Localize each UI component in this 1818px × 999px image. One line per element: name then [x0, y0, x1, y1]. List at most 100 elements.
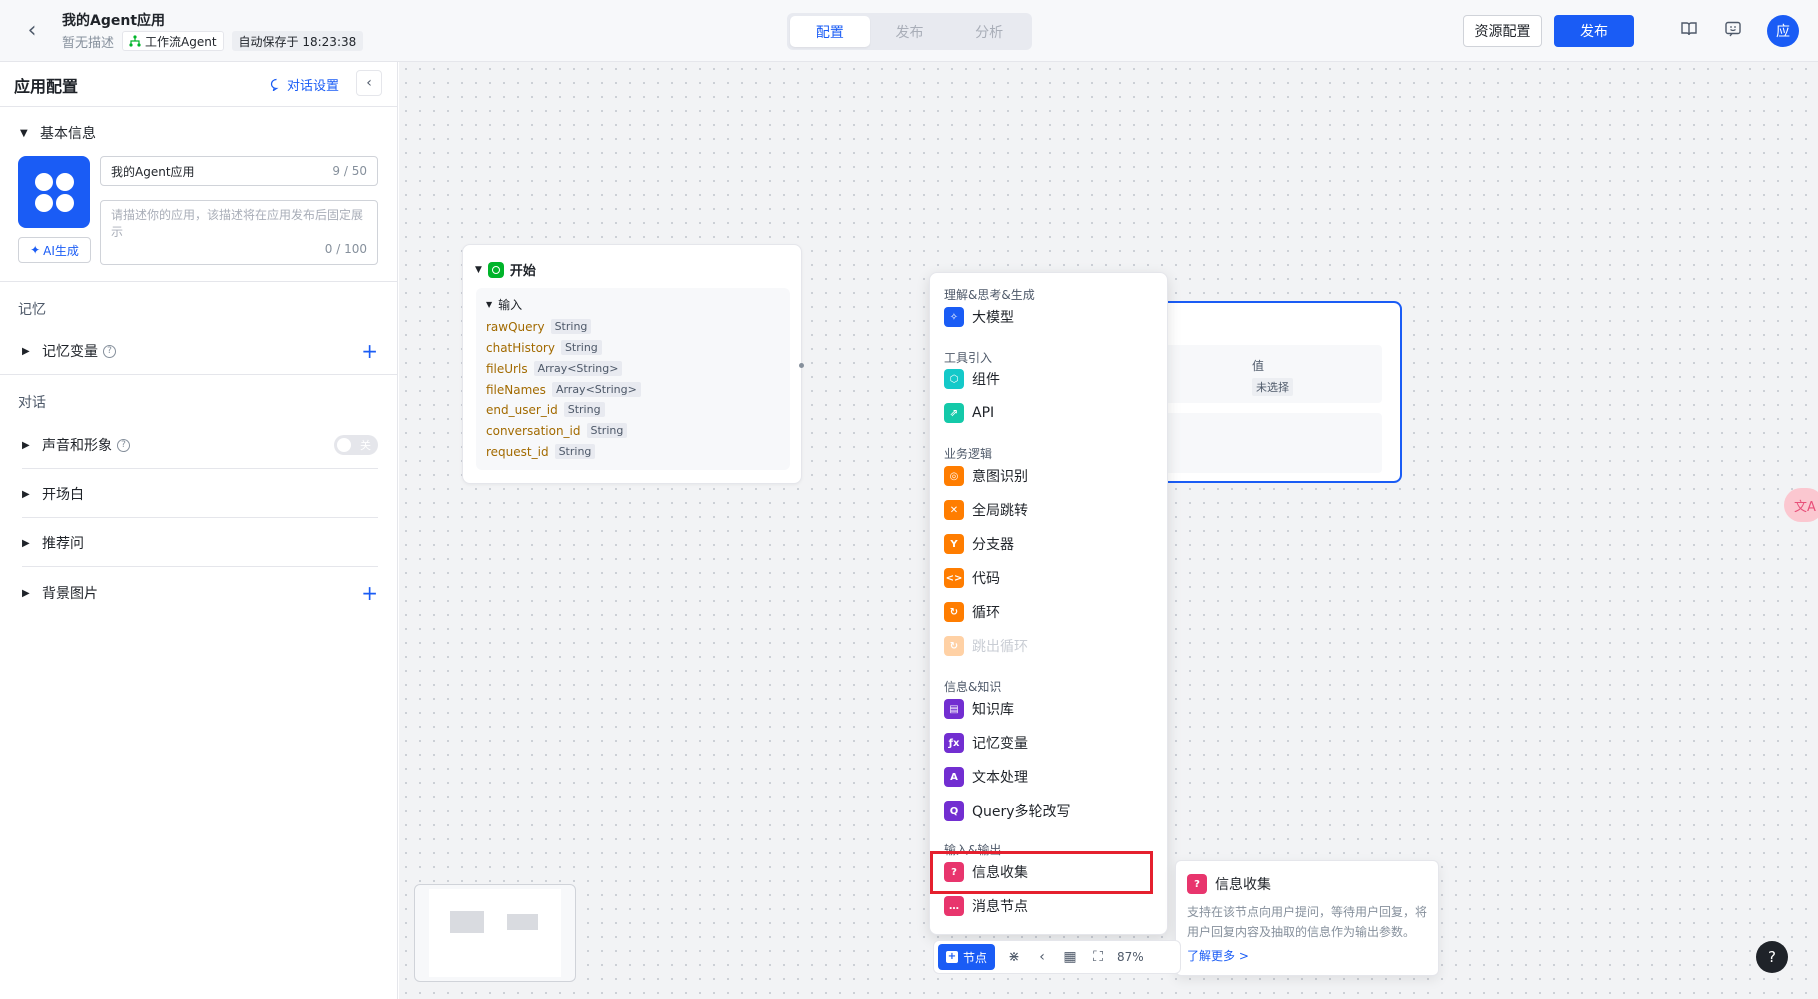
menu-item-global-jump[interactable]: ✕ 全局跳转 — [944, 500, 1028, 520]
menu-item-label: 文本处理 — [972, 770, 1028, 786]
app-name-input[interactable]: 我的Agent应用 9 / 50 — [100, 156, 378, 186]
caret-right-icon: ▶ — [22, 439, 30, 451]
tab-analysis[interactable]: 分析 — [949, 16, 1029, 47]
menu-item-text-process[interactable]: A 文本处理 — [944, 767, 1028, 787]
caret-down-icon: ▼ — [20, 127, 28, 139]
node-output-port[interactable] — [799, 363, 804, 368]
book-icon[interactable] — [1680, 20, 1700, 40]
help-button[interactable]: ? — [1756, 941, 1788, 973]
app-name-count: 9 / 50 — [332, 164, 367, 178]
caret-right-icon: ▶ — [22, 587, 30, 599]
agent-type-badge: 工作流Agent — [122, 31, 224, 51]
branch-icon: Y — [944, 534, 964, 554]
translate-float-button[interactable]: 文A — [1784, 488, 1818, 522]
add-background-button[interactable]: + — [361, 583, 378, 603]
chat-settings-label: 对话设置 — [287, 79, 340, 94]
code-icon: <> — [944, 568, 964, 588]
api-icon: ⇗ — [944, 403, 964, 423]
menu-item-loop[interactable]: ↻ 循环 — [944, 602, 1000, 622]
back-button[interactable]: ‹ — [20, 17, 44, 43]
basic-info-label: 基本信息 — [40, 126, 96, 142]
chat-bubble-icon — [270, 78, 279, 91]
knowledge-icon: ▤ — [944, 699, 964, 719]
help-icon[interactable]: ? — [103, 344, 116, 358]
chevron-left-icon: ‹ — [366, 75, 372, 91]
tooltip-description: 支持在该节点向用户提问，等待用户回复，将用户回复内容及抽取的信息作为输出参数。 — [1187, 905, 1428, 939]
variable-type: Array<String> — [551, 382, 641, 397]
resource-config-button[interactable]: 资源配置 — [1463, 15, 1542, 47]
app-description: 暂无描述 — [62, 35, 115, 51]
memory-variable-row[interactable]: ▶ 记忆变量 ? + — [22, 340, 378, 362]
chevron-left-icon: ‹ — [27, 17, 37, 43]
caret-down-icon[interactable]: ▼ — [475, 265, 482, 275]
feedback-icon[interactable] — [1724, 20, 1744, 40]
menu-item-llm[interactable]: ✧ 大模型 — [944, 307, 1014, 327]
minimap-node — [450, 911, 484, 933]
app-description-input[interactable]: 请描述你的应用，该描述将在应用发布后固定展示 0 / 100 — [100, 200, 378, 265]
add-node-button[interactable]: + 节点 — [938, 944, 996, 970]
panel-title: 应用配置 — [14, 77, 79, 96]
chat-settings-link[interactable]: 对话设置 — [270, 75, 339, 94]
recommend-row[interactable]: ▶ 推荐问 — [22, 532, 378, 554]
inputs-header[interactable]: ▼ 输入 — [486, 296, 522, 313]
mode-tabs: 配置 发布 分析 — [787, 13, 1032, 50]
fit-view-icon[interactable]: ⛶ — [1089, 948, 1107, 966]
voice-avatar-row[interactable]: ▶ 声音和形象 ? 关 — [22, 434, 378, 456]
menu-item-intent[interactable]: ◎ 意图识别 — [944, 466, 1028, 486]
value-select[interactable]: 未选择 — [1252, 378, 1293, 396]
menu-item-knowledge[interactable]: ▤ 知识库 — [944, 699, 1014, 719]
basic-info-section[interactable]: ▼ 基本信息 — [20, 123, 96, 143]
variable-type: String — [563, 402, 605, 417]
menu-item-label: Query多轮改写 — [972, 804, 1071, 820]
start-node[interactable]: ▼ 开始 ▼ 输入 rawQuery String chatHistory Stri… — [462, 244, 802, 484]
auto-layout-icon[interactable]: ⋇ — [1005, 948, 1023, 966]
menu-item-code[interactable]: <> 代码 — [944, 568, 1000, 588]
app-name-value: 我的Agent应用 — [111, 164, 195, 179]
ai-generate-label: AI生成 — [43, 243, 79, 258]
toggle-knob — [337, 438, 351, 452]
start-node-title: 开始 — [509, 264, 536, 279]
divider — [22, 566, 378, 567]
publish-button[interactable]: 发布 — [1554, 15, 1634, 47]
menu-item-query-rewrite[interactable]: Q Query多轮改写 — [944, 801, 1071, 821]
grid-icon[interactable]: ▦ — [1061, 948, 1079, 966]
voice-avatar-toggle[interactable]: 关 — [334, 435, 378, 455]
component-icon: ⬡ — [944, 369, 964, 389]
minimap[interactable] — [414, 884, 576, 982]
opening-row[interactable]: ▶ 开场白 — [22, 483, 378, 505]
input-variable: fileNames Array<String> — [486, 382, 641, 397]
variable-type: String — [586, 423, 628, 438]
menu-item-label: 组件 — [972, 372, 1000, 388]
menu-item-memory-var[interactable]: ƒx 记忆变量 — [944, 733, 1028, 753]
minimap-node — [507, 914, 538, 930]
menu-category: 工具引入 — [944, 351, 993, 365]
start-node-inputs: ▼ 输入 rawQuery String chatHistory String fi… — [476, 288, 790, 470]
background-row[interactable]: ▶ 背景图片 + — [22, 582, 378, 604]
connector-icon[interactable]: ‹ — [1033, 948, 1051, 966]
menu-item-message[interactable]: … 消息节点 — [944, 896, 1028, 916]
learn-more-link[interactable]: 了解更多 > — [1187, 947, 1249, 964]
user-avatar[interactable]: 应 — [1767, 15, 1799, 47]
input-variable: conversation_id String — [486, 423, 628, 438]
divider — [22, 517, 378, 518]
add-node-label: 节点 — [963, 950, 988, 965]
collapse-panel-button[interactable]: ‹ — [356, 70, 382, 96]
app-icon[interactable] — [18, 156, 90, 228]
help-icon[interactable]: ? — [117, 438, 130, 452]
menu-item-label: 知识库 — [972, 702, 1014, 718]
menu-item-api[interactable]: ⇗ API — [944, 403, 994, 423]
workflow-node-selected[interactable]: 值 未选择 — [1150, 301, 1402, 483]
tab-publish[interactable]: 发布 — [870, 16, 950, 47]
variable-name: conversation_id — [486, 423, 581, 438]
menu-item-branch[interactable]: Y 分支器 — [944, 534, 1014, 554]
zoom-level[interactable]: 87% — [1117, 950, 1144, 964]
menu-item-component[interactable]: ⬡ 组件 — [944, 369, 1000, 389]
autosave-status: 自动保存于 18:23:38 — [231, 31, 364, 51]
memory-variable-label: 记忆变量 — [42, 344, 98, 360]
menu-item-label: 代码 — [972, 571, 1000, 587]
add-memory-variable-button[interactable]: + — [361, 341, 378, 361]
ai-generate-button[interactable]: ✦ AI生成 — [18, 237, 91, 263]
opening-label: 开场白 — [42, 487, 84, 503]
node-param-box: 值 未选择 — [1160, 345, 1382, 403]
tab-config[interactable]: 配置 — [790, 16, 870, 47]
